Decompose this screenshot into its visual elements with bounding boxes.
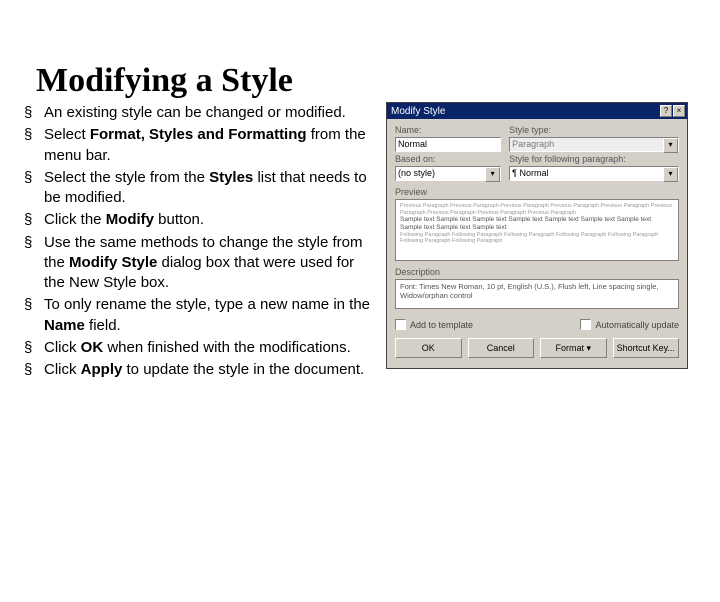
help-button[interactable]: ? [660, 105, 672, 117]
bullet-bold: OK [81, 339, 104, 356]
bullet-item: Click the Modify button. [24, 209, 378, 231]
description-label: Description [395, 267, 679, 277]
auto-update-label: Automatically update [595, 320, 679, 330]
checkbox-icon [395, 319, 406, 330]
dialog-titlebar: Modify Style ? × [387, 103, 687, 119]
bullet-item: Use the same methods to change the style… [24, 232, 378, 295]
bullet-item: Select Format, Styles and Formatting fro… [24, 124, 378, 167]
slide-title: Modifying a Style [36, 62, 720, 100]
bullet-item: Click OK when finished with the modifica… [24, 337, 378, 359]
shortcut-key-button[interactable]: Shortcut Key... [613, 338, 680, 358]
format-button[interactable]: Format ▾ [540, 338, 607, 358]
name-label: Name: [395, 125, 501, 135]
bullet-bold: Modify [106, 211, 154, 228]
dialog-title: Modify Style [391, 106, 445, 117]
ok-button[interactable]: OK [395, 338, 462, 358]
bullet-item: Click Apply to update the style in the d… [24, 359, 378, 381]
following-style-label: Style for following paragraph: [509, 154, 679, 164]
bullet-bold: Modify Style [69, 254, 157, 271]
auto-update-checkbox[interactable]: Automatically update [580, 319, 679, 330]
close-button[interactable]: × [673, 105, 685, 117]
bullet-item: To only rename the style, type a new nam… [24, 294, 378, 337]
name-field[interactable]: Normal [395, 137, 501, 152]
style-type-label: Style type: [509, 125, 679, 135]
preview-label: Preview [395, 187, 679, 197]
bullet-bold: Apply [81, 361, 123, 378]
bullet-item: Select the style from the Styles list th… [24, 167, 378, 210]
bullet-list: An existing style can be changed or modi… [18, 102, 378, 381]
based-on-label: Based on: [395, 154, 501, 164]
bullet-bold: Styles [209, 169, 253, 186]
style-type-select[interactable]: Paragraph [509, 137, 679, 152]
based-on-select[interactable]: (no style) [395, 166, 501, 181]
preview-box: Previous Paragraph Previous Paragraph Pr… [395, 199, 679, 261]
bullet-bold: Name [44, 317, 85, 334]
bullet-bold: Format, Styles and Formatting [90, 126, 307, 143]
checkbox-icon [580, 319, 591, 330]
following-style-select[interactable]: ¶ Normal [509, 166, 679, 181]
add-to-template-label: Add to template [410, 320, 473, 330]
add-to-template-checkbox[interactable]: Add to template [395, 319, 473, 330]
modify-style-dialog: Modify Style ? × Name: Normal Style type… [386, 102, 688, 369]
bullet-item: An existing style can be changed or modi… [24, 102, 378, 124]
description-box: Font: Times New Roman, 10 pt, English (U… [395, 279, 679, 309]
cancel-button[interactable]: Cancel [468, 338, 535, 358]
